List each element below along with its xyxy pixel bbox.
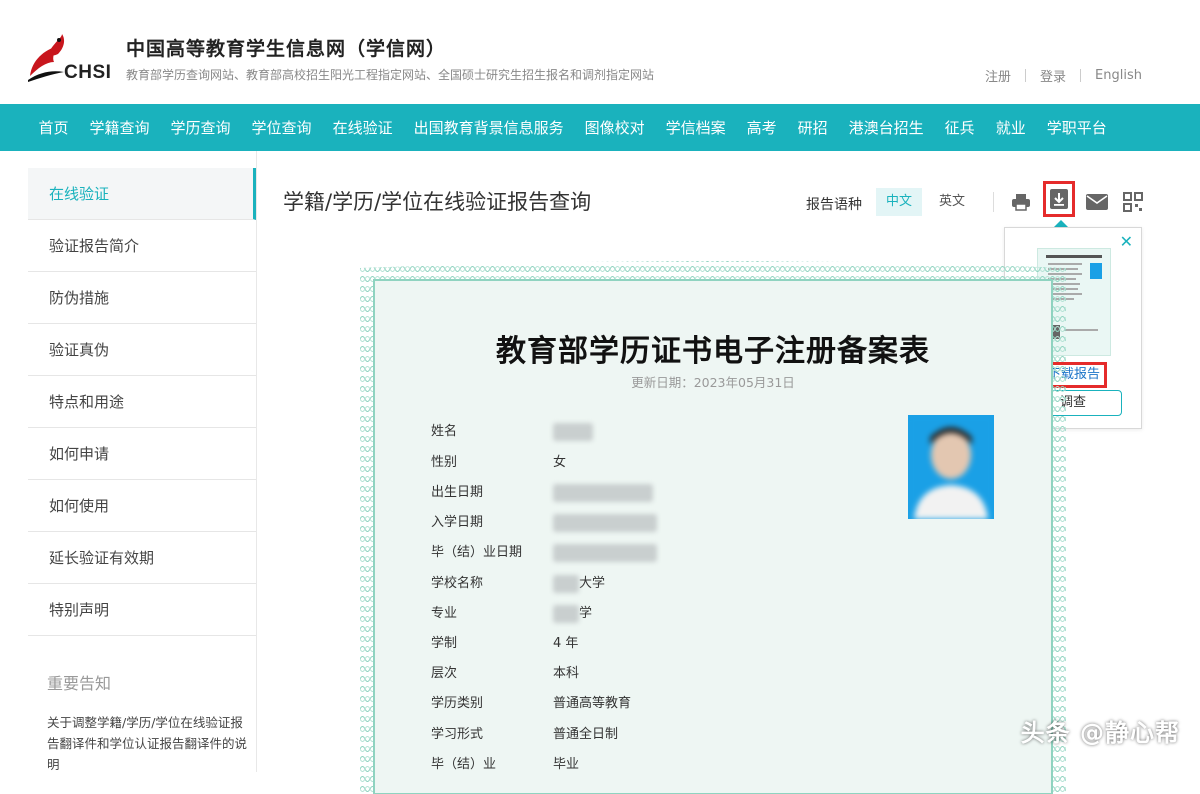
field-label: 姓名 [431, 420, 553, 439]
qrcode-icon[interactable] [1118, 187, 1148, 217]
field-row: 毕（结）业日期 [431, 541, 657, 562]
login-link[interactable]: 登录 [1040, 66, 1066, 85]
nav-hk-macao-taiwan[interactable]: 港澳台招生 [838, 117, 934, 138]
popup-arrow [1054, 220, 1068, 227]
field-value: 本科 [553, 666, 579, 681]
field-label: 出生日期 [431, 481, 553, 500]
field-label: 毕（结）业日期 [431, 541, 553, 560]
field-label: 性别 [431, 451, 553, 470]
field-row: 层次本科 [431, 662, 579, 681]
certificate-date: 更新日期：2023年05月31日 [360, 372, 1066, 391]
nav-gaokao[interactable]: 高考 [736, 117, 787, 138]
field-label: 专业 [431, 602, 553, 621]
sidebar-item-how-to-use[interactable]: 如何使用 [28, 480, 256, 532]
redacted-value [553, 514, 657, 532]
field-value: 普通高等教育 [553, 696, 631, 711]
sidebar-item-anti-fake[interactable]: 防伪措施 [28, 272, 256, 324]
field-row: 学校名称 大学 [431, 572, 605, 593]
lang-chinese-button[interactable]: 中文 [876, 188, 922, 216]
link-divider [1025, 69, 1026, 82]
redacted-value [553, 544, 657, 562]
field-row: 性别女 [431, 451, 566, 470]
sidebar: 在线验证 验证报告简介 防伪措施 验证真伪 特点和用途 如何申请 如何使用 延长… [28, 168, 256, 775]
field-value: 学 [579, 606, 592, 621]
nav-conscription[interactable]: 征兵 [934, 117, 985, 138]
nav-student-archive[interactable]: 学信档案 [655, 117, 736, 138]
field-label: 毕（结）业 [431, 753, 553, 772]
field-row: 入学日期 [431, 511, 657, 532]
mail-icon[interactable] [1082, 187, 1112, 217]
nav-degree-query[interactable]: 学位查询 [241, 117, 322, 138]
student-photo [908, 415, 994, 519]
page-title: 学籍/学历/学位在线验证报告查询 [283, 186, 591, 216]
certificate-title: 教育部学历证书电子注册备案表 [360, 326, 1066, 370]
field-row: 专业 学 [431, 602, 592, 623]
register-link[interactable]: 注册 [985, 66, 1011, 85]
download-icon[interactable] [1043, 181, 1075, 217]
field-label: 学历类别 [431, 692, 553, 711]
field-label: 层次 [431, 662, 553, 681]
report-language-label: 报告语种 [806, 194, 862, 214]
field-row: 出生日期 [431, 481, 653, 502]
sidebar-item-extend-validity[interactable]: 延长验证有效期 [28, 532, 256, 584]
site-title: 中国高等教育学生信息网（学信网） [126, 34, 446, 61]
sidebar-item-online-verification[interactable]: 在线验证 [28, 168, 256, 220]
field-value: 4 年 [553, 636, 578, 651]
field-row: 姓名 [431, 420, 593, 441]
lang-english-button[interactable]: 英文 [929, 188, 975, 216]
logo-text: CHSI [64, 62, 111, 84]
field-value: 毕业 [553, 757, 579, 772]
field-label: 学习形式 [431, 723, 553, 742]
site-subtitle: 教育部学历查询网站、教育部高校招生阳光工程指定网站、全国硕士研究生招生报名和调剂… [126, 66, 654, 83]
print-icon[interactable] [1006, 187, 1036, 217]
sidebar-item-report-intro[interactable]: 验证报告简介 [28, 220, 256, 272]
link-divider [1080, 69, 1081, 82]
field-value: 女 [553, 455, 566, 470]
redacted-value [553, 605, 579, 623]
english-link[interactable]: English [1095, 68, 1142, 83]
nav-enrollment-query[interactable]: 学籍查询 [79, 117, 160, 138]
sidebar-item-features[interactable]: 特点和用途 [28, 376, 256, 428]
field-label: 学校名称 [431, 572, 553, 591]
nav-online-verification[interactable]: 在线验证 [322, 117, 403, 138]
nav-home[interactable]: 首页 [28, 117, 79, 138]
nav-degree-record-query[interactable]: 学历查询 [160, 117, 241, 138]
nav-graduate-admission[interactable]: 研招 [787, 117, 838, 138]
notice-link[interactable]: 关于调整学籍/学历/学位在线验证报告翻译件和学位认证报告翻译件的说明 [28, 712, 248, 775]
top-links: 注册 登录 English [985, 66, 1142, 85]
nav-image-proofread[interactable]: 图像校对 [574, 117, 655, 138]
nav-career-platform[interactable]: 学职平台 [1036, 117, 1117, 138]
field-value: 大学 [579, 576, 605, 591]
toolbar-divider [993, 192, 994, 212]
notice-title: 重要告知 [28, 670, 256, 694]
field-row: 学习形式普通全日制 [431, 723, 618, 742]
nav-employment[interactable]: 就业 [985, 117, 1036, 138]
field-value: 普通全日制 [553, 727, 618, 742]
certificate: 教育部学历证书电子注册备案表 更新日期：2023年05月31日 姓名 性别女 出… [360, 254, 1066, 794]
field-label: 学制 [431, 632, 553, 651]
redacted-value [553, 575, 579, 593]
main-nav: 首页 学籍查询 学历查询 学位查询 在线验证 出国教育背景信息服务 图像校对 学… [0, 104, 1200, 151]
site-header: CHSI 中国高等教育学生信息网（学信网） 教育部学历查询网站、教育部高校招生阳… [0, 0, 1200, 104]
nav-overseas-background[interactable]: 出国教育背景信息服务 [403, 117, 574, 138]
watermark-text: 头条 @静心帮 [1021, 713, 1180, 748]
close-icon[interactable]: ✕ [1120, 234, 1133, 250]
field-row: 学制4 年 [431, 632, 578, 651]
sidebar-item-verify-authenticity[interactable]: 验证真伪 [28, 324, 256, 376]
field-row: 毕（结）业毕业 [431, 753, 579, 772]
redacted-value [553, 484, 653, 502]
sidebar-item-disclaimer[interactable]: 特别声明 [28, 584, 256, 636]
field-label: 入学日期 [431, 511, 553, 530]
redacted-value [553, 423, 593, 441]
field-row: 学历类别普通高等教育 [431, 692, 631, 711]
sidebar-divider [256, 151, 257, 772]
sidebar-item-how-to-apply[interactable]: 如何申请 [28, 428, 256, 480]
